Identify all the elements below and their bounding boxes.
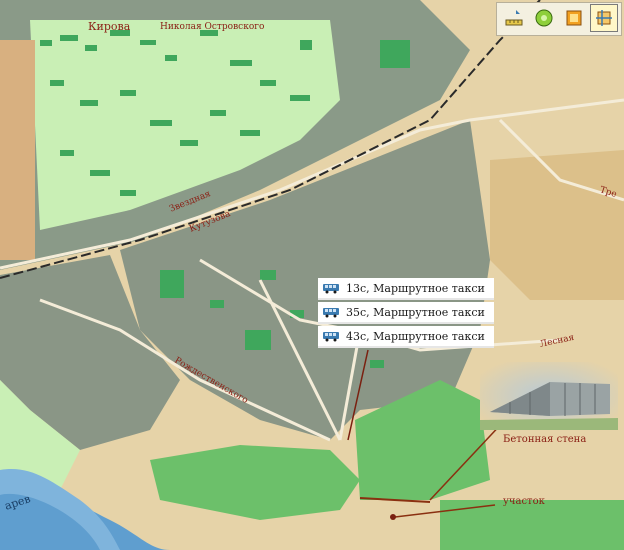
- route-item[interactable]: 43с, Маршрутное такси: [318, 326, 494, 348]
- route-label: 43с, Маршрутное такси: [346, 329, 485, 343]
- street-label-kirova: Кирова: [88, 20, 131, 33]
- route-item[interactable]: 35с, Маршрутное такси: [318, 302, 494, 324]
- map-canvas[interactable]: [0, 0, 624, 550]
- concrete-wall-photo: [480, 362, 618, 430]
- residential-west: [0, 40, 35, 260]
- route-label: 13с, Маршрутное такси: [346, 281, 485, 295]
- plot-marker[interactable]: [390, 514, 396, 520]
- bus-icon: [323, 308, 339, 318]
- globe-button[interactable]: [530, 4, 558, 32]
- layers-icon: [566, 10, 582, 26]
- route-item[interactable]: 13с, Маршрутное такси: [318, 278, 494, 300]
- pan-button[interactable]: [590, 4, 618, 32]
- concrete-wall-label: Бетонная стена: [503, 434, 587, 445]
- sand-northeast: [490, 150, 624, 300]
- street-label-ostrovskogo: Николая Островского: [160, 22, 265, 32]
- globe-icon: [535, 9, 553, 27]
- pan-icon: [596, 10, 612, 26]
- forest-east-strip: [440, 500, 624, 550]
- bus-icon: [323, 284, 339, 294]
- ruler-button[interactable]: [500, 4, 528, 32]
- layers-button[interactable]: [560, 4, 588, 32]
- plot-label: участок: [503, 496, 545, 507]
- map-toolbar: [496, 2, 622, 36]
- route-label: 35с, Маршрутное такси: [346, 305, 485, 319]
- bus-icon: [323, 332, 339, 342]
- ruler-icon: [505, 10, 523, 26]
- routes-list: 13с, Маршрутное такси 35с, Маршрутное та…: [318, 278, 494, 350]
